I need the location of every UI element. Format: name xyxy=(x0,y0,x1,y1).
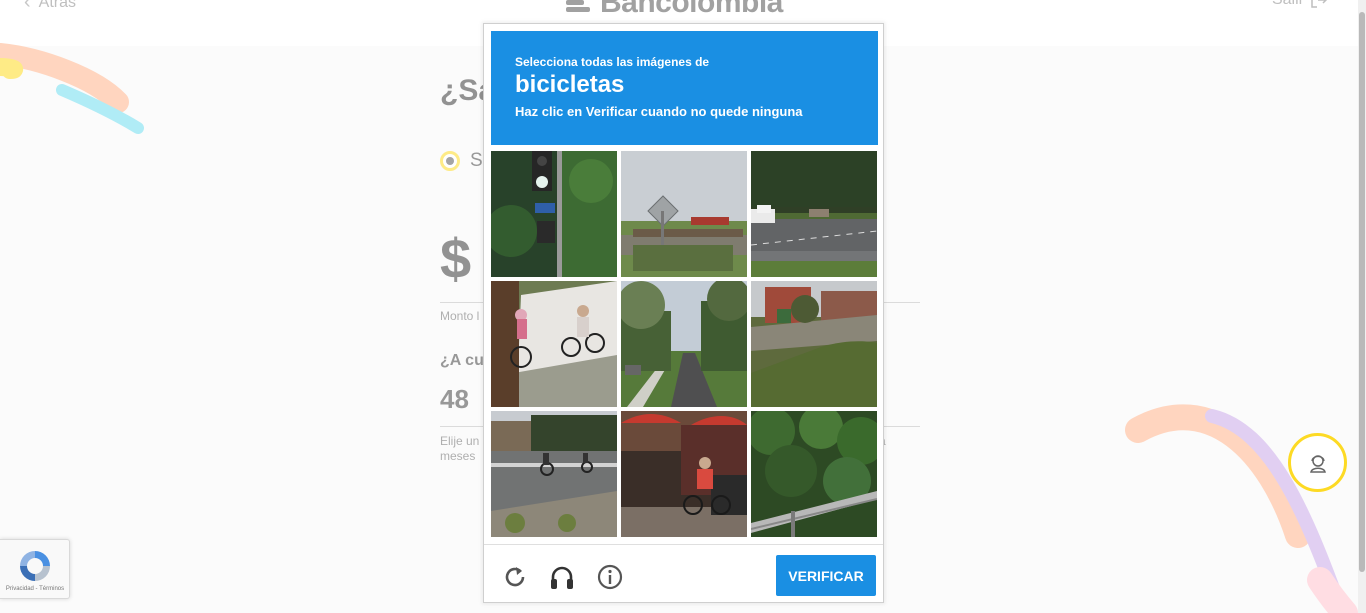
challenge-tile[interactable] xyxy=(751,411,877,537)
recaptcha-links[interactable]: Privacidad - Términos xyxy=(0,586,70,592)
challenge-tile[interactable] xyxy=(491,151,617,277)
challenge-tile[interactable] xyxy=(751,281,877,407)
challenge-tile[interactable] xyxy=(621,151,747,277)
challenge-tile[interactable] xyxy=(491,281,617,407)
headphones-icon[interactable] xyxy=(548,563,576,591)
scrollbar-thumb[interactable] xyxy=(1359,12,1365,572)
challenge-tile[interactable] xyxy=(621,281,747,407)
recaptcha-logo-icon xyxy=(20,551,50,581)
reload-icon[interactable] xyxy=(501,563,529,591)
challenge-tile[interactable] xyxy=(751,151,877,277)
challenge-subinstruction: Haz clic en Verificar cuando no quede ni… xyxy=(515,104,803,119)
recaptcha-badge[interactable]: Privacidad - Términos xyxy=(0,539,70,599)
challenge-footer: VERIFICAR xyxy=(484,544,883,602)
challenge-instruction: Selecciona todas las imágenes de xyxy=(515,55,710,69)
challenge-target-word: bicicletas xyxy=(515,71,625,98)
captcha-challenge-dialog: Selecciona todas las imágenes de bicicle… xyxy=(483,23,884,603)
verify-button[interactable]: VERIFICAR xyxy=(776,555,876,596)
virtual-assistant-button[interactable] xyxy=(1288,433,1347,492)
agent-icon xyxy=(1309,454,1326,473)
info-icon[interactable] xyxy=(596,563,624,591)
challenge-tile[interactable] xyxy=(491,411,617,537)
challenge-tile[interactable] xyxy=(621,411,747,537)
challenge-header: Selecciona todas las imágenes de bicicle… xyxy=(491,31,878,145)
page-scrollbar[interactable] xyxy=(1358,0,1366,613)
